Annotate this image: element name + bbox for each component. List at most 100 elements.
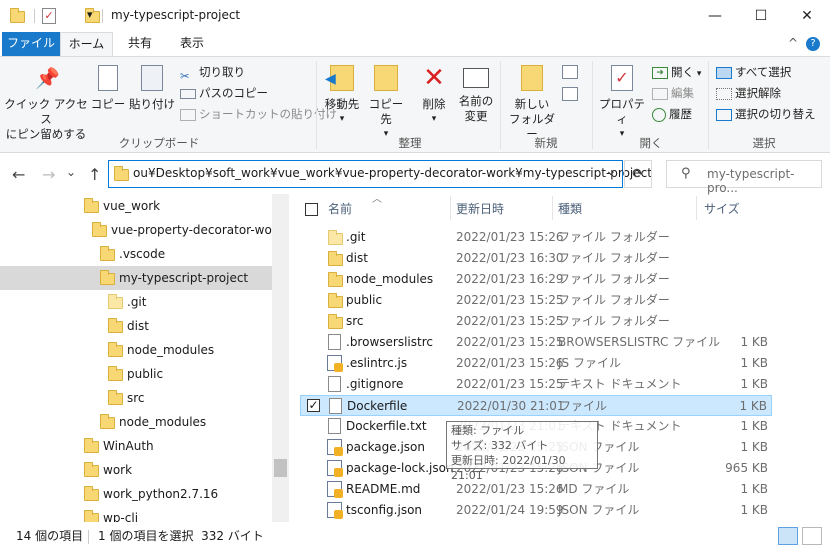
tab-view[interactable]: 表示 <box>168 32 216 56</box>
properties-quick-icon[interactable]: ✓ <box>42 8 56 24</box>
new-item-icon[interactable] <box>562 65 578 79</box>
tree-item[interactable]: my-typescript-project <box>0 266 272 290</box>
details-view-button[interactable] <box>778 527 798 545</box>
row-checkbox[interactable]: ✓ <box>307 399 320 412</box>
file-row[interactable]: .gitignore 2022/01/23 15:25 テキスト ドキュメント 1 K… <box>300 374 772 395</box>
address-field[interactable]: ou¥Desktop¥soft_work¥vue_work¥vue-proper… <box>108 160 652 188</box>
column-date[interactable]: 更新日時 <box>456 194 504 224</box>
back-button[interactable]: ← <box>12 165 25 184</box>
history-button[interactable]: 履歴 <box>652 104 692 124</box>
file-type: JSON ファイル <box>558 503 640 517</box>
file-name: package.json <box>346 440 426 454</box>
tree-item[interactable]: WinAuth <box>0 434 272 458</box>
file-size: 1 KB <box>740 377 768 391</box>
file-size: 1 KB <box>740 419 768 433</box>
properties-button[interactable]: ✓ プロパティ ▾ <box>596 65 648 142</box>
address-dropdown-icon[interactable]: ⌄ <box>605 163 617 179</box>
maximize-button[interactable]: ☐ <box>738 0 784 32</box>
copy-path-button[interactable]: パスのコピー <box>180 83 268 103</box>
select-group-label: 選択 <box>752 136 776 150</box>
copy-path-icon <box>180 88 196 99</box>
address-path: ou¥Desktop¥soft_work¥vue_work¥vue-proper… <box>133 166 652 180</box>
easy-access-icon[interactable] <box>562 87 578 101</box>
folder-icon <box>100 414 115 429</box>
tab-file[interactable]: ファイル <box>2 32 60 56</box>
group-separator <box>592 61 593 149</box>
open-group-label: 開く <box>639 136 663 150</box>
copy-button[interactable]: コピー <box>90 65 126 112</box>
pin-quick-access-button[interactable]: 📌 クイック アクセス にピン留めする <box>4 65 88 142</box>
large-icons-view-button[interactable] <box>802 527 822 545</box>
file-row[interactable]: .git 2022/01/23 15:26 ファイル フォルダー <box>300 227 772 248</box>
new-folder-button[interactable]: 新しい フォルダー <box>506 65 558 142</box>
delete-button[interactable]: ✕ 削除 ▾ <box>414 65 454 127</box>
select-all-checkbox[interactable] <box>305 203 318 216</box>
file-row[interactable]: tsconfig.json 2022/01/24 19:59 JSON ファイル 1 … <box>300 500 772 521</box>
paste-button[interactable]: 貼り付け <box>128 65 176 112</box>
folder-icon <box>108 366 123 381</box>
rename-icon <box>463 68 489 88</box>
column-name[interactable]: 名前 <box>328 194 352 224</box>
folder-icon <box>84 486 99 501</box>
tree-item[interactable]: node_modules <box>0 338 272 362</box>
file-row[interactable]: ✓ Dockerfile 2022/01/30 21:01 ファイル 1 KB <box>300 395 772 416</box>
forward-button[interactable]: → <box>42 165 55 184</box>
tree-item[interactable]: src <box>0 386 272 410</box>
move-to-button[interactable]: ◀ 移動先 ▾ <box>320 65 364 127</box>
open-button[interactable]: ➜ 開く ▾ <box>652 62 701 82</box>
tree-item[interactable]: dist <box>0 314 272 338</box>
scissors-icon: ✂ <box>180 68 190 83</box>
select-all-button[interactable]: すべて選択 <box>716 62 791 82</box>
minimize-button[interactable]: — <box>692 0 738 32</box>
tree-item[interactable]: work <box>0 458 272 482</box>
file-row[interactable]: public 2022/01/23 15:25 ファイル フォルダー <box>300 290 772 311</box>
tab-share[interactable]: 共有 <box>116 32 164 56</box>
copy-to-button[interactable]: コピー先 ▾ <box>364 65 408 142</box>
collapse-ribbon-icon[interactable]: ^ <box>788 36 798 50</box>
tree-item[interactable]: .git <box>0 290 272 314</box>
scrollbar-thumb[interactable] <box>274 459 287 477</box>
select-none-button[interactable]: 選択解除 <box>716 83 781 103</box>
file-row[interactable]: dist 2022/01/23 16:30 ファイル フォルダー <box>300 248 772 269</box>
search-input[interactable]: ⚲ my-typescript-pro... <box>666 160 822 195</box>
paste-shortcut-button[interactable]: ショートカットの貼り付け <box>180 104 337 124</box>
file-date: 2022/01/23 15:25 <box>456 293 564 307</box>
rename-button[interactable]: 名前の 変更 <box>456 65 496 124</box>
file-row[interactable]: .eslintrc.js 2022/01/23 15:26 JS ファイル 1 KB <box>300 353 772 374</box>
tree-item[interactable]: vue-property-decorator-work <box>0 218 284 242</box>
search-placeholder: my-typescript-pro... <box>707 167 795 195</box>
close-button[interactable]: ✕ <box>784 0 830 32</box>
file-row[interactable]: .browserslistrc 2022/01/23 15:25 BROWSERSL… <box>300 332 772 353</box>
file-name: node_modules <box>346 272 434 286</box>
tree-item[interactable]: vue_work <box>0 194 272 218</box>
column-size[interactable]: サイズ <box>704 194 740 224</box>
cut-button[interactable]: ✂ 切り取り <box>180 62 245 83</box>
refresh-button[interactable]: ⟳ <box>624 160 652 188</box>
recent-locations-icon[interactable]: ⌄ <box>66 165 76 179</box>
file-name: package-lock.json <box>346 461 454 475</box>
file-name: public <box>346 293 383 307</box>
help-icon[interactable]: ? <box>806 37 820 51</box>
file-date: 2022/01/23 15:26 <box>456 230 564 244</box>
file-name: .eslintrc.js <box>346 356 408 370</box>
tree-item[interactable]: work_python2.7.16 <box>0 482 272 506</box>
tree-item[interactable]: .vscode <box>0 242 272 266</box>
tree-item-label: .vscode <box>119 247 166 261</box>
file-name: .gitignore <box>346 377 404 391</box>
column-type[interactable]: 種類 <box>558 194 582 224</box>
tab-home[interactable]: ホーム <box>60 32 113 56</box>
tree-item[interactable]: public <box>0 362 272 386</box>
file-row[interactable]: src 2022/01/23 15:25 ファイル フォルダー <box>300 311 772 332</box>
edit-button[interactable]: 編集 <box>652 83 694 103</box>
tree-item-label: my-typescript-project <box>119 271 249 285</box>
tree-item[interactable]: node_modules <box>0 410 272 434</box>
file-row[interactable]: node_modules 2022/01/23 16:29 ファイル フォルダー <box>300 269 772 290</box>
tree-item[interactable]: wp-cli <box>0 506 272 522</box>
item-count: 14 個の項目 <box>16 529 84 543</box>
qat-dropdown-icon[interactable]: ▾ <box>87 8 93 21</box>
invert-selection-button[interactable]: 選択の切り替え <box>716 104 816 124</box>
up-button[interactable]: ↑ <box>88 165 101 184</box>
status-separator <box>88 530 89 544</box>
folder-icon <box>328 272 343 287</box>
folder-icon <box>10 8 25 23</box>
